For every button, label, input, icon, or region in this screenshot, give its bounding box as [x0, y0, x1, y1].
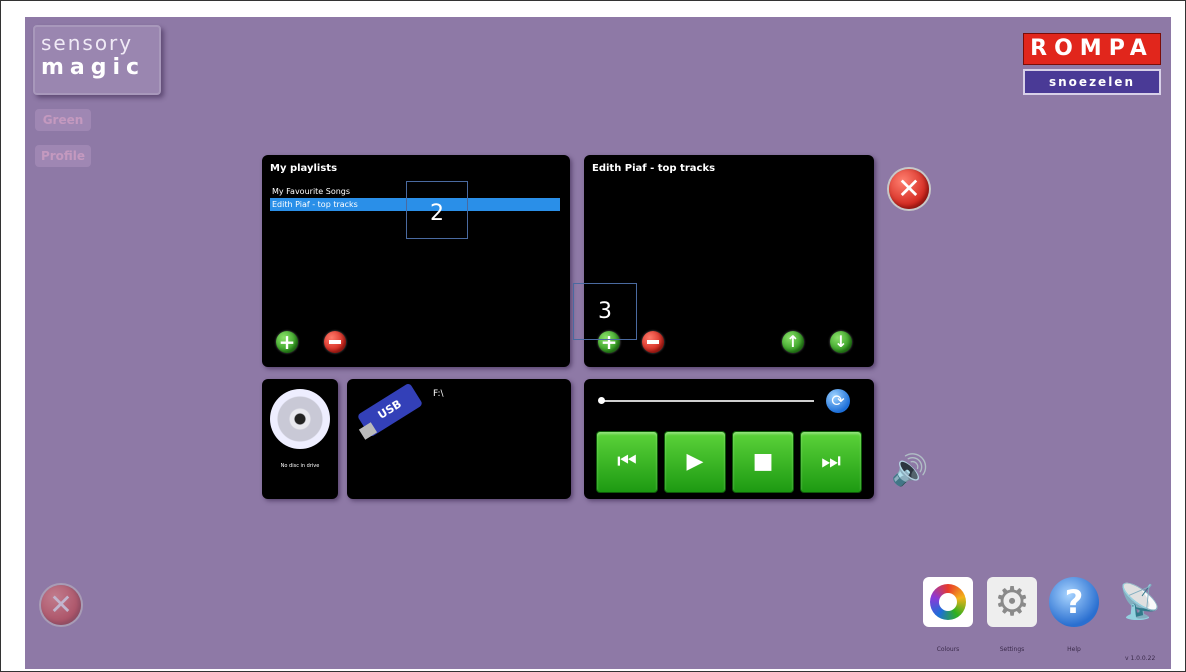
usb-drive-letter[interactable]: F:\ — [433, 389, 444, 399]
repeat-icon[interactable]: ⟳ — [826, 389, 850, 413]
rompa-snoezelen-logo: ROMPA snoezelen — [1023, 33, 1161, 95]
remove-track-button[interactable] — [642, 331, 664, 353]
cd-icon — [270, 389, 330, 449]
previous-button[interactable]: ⏮ — [596, 431, 658, 493]
annotation-box-3: 3 — [573, 283, 637, 340]
minus-icon — [647, 340, 659, 344]
help-label: Help — [1067, 646, 1081, 653]
progress-slider[interactable] — [600, 400, 814, 402]
annotation-box-2: 2 — [406, 181, 468, 239]
move-track-down-button[interactable]: ↓ — [830, 331, 852, 353]
close-panel-icon[interactable]: ✕ — [889, 169, 929, 209]
version-label: v 1.0.0.22 — [1125, 655, 1156, 662]
playlists-title: My playlists — [270, 163, 338, 174]
minus-icon — [329, 340, 341, 344]
usb-panel[interactable]: USB F:\ — [347, 379, 571, 499]
volume-icon[interactable]: 🔊 — [891, 451, 931, 491]
help-icon[interactable]: ? — [1049, 577, 1099, 627]
next-button[interactable]: ⏭ — [800, 431, 862, 493]
rompa-wordmark: ROMPA — [1023, 33, 1161, 65]
exit-icon[interactable]: ✕ — [41, 585, 81, 625]
move-track-up-button[interactable]: ↑ — [782, 331, 804, 353]
remove-playlist-button[interactable] — [324, 331, 346, 353]
tracks-title: Edith Piaf - top tracks — [592, 163, 716, 174]
settings-gear-icon[interactable]: ⚙ — [987, 577, 1037, 627]
snoezelen-wordmark: snoezelen — [1023, 69, 1161, 95]
add-playlist-button[interactable]: + — [276, 331, 298, 353]
logo-line1: sensory — [41, 31, 134, 55]
colour-label: Colours — [936, 646, 960, 653]
sensory-magic-logo: sensory magic — [33, 25, 161, 95]
player-panel: ⟳ ⏮ ▶ ■ ⏭ — [584, 379, 874, 499]
stop-button[interactable]: ■ — [732, 431, 794, 493]
green-mode-button[interactable]: Green — [35, 109, 91, 131]
play-button[interactable]: ▶ — [664, 431, 726, 493]
cd-status: No disc in drive — [280, 463, 320, 469]
wireless-signal-icon[interactable]: 📡 — [1115, 577, 1165, 627]
cd-panel[interactable]: No disc in drive — [262, 379, 338, 499]
colour-wheel-icon[interactable] — [923, 577, 973, 627]
progress-knob[interactable] — [598, 397, 605, 404]
logo-line2: magic — [41, 55, 146, 80]
app-background: sensory magic Green Profile ROMPA snoeze… — [25, 17, 1171, 669]
screen-frame: sensory magic Green Profile ROMPA snoeze… — [0, 0, 1186, 672]
profile-button[interactable]: Profile — [35, 145, 91, 167]
settings-label: Settings — [999, 646, 1025, 653]
